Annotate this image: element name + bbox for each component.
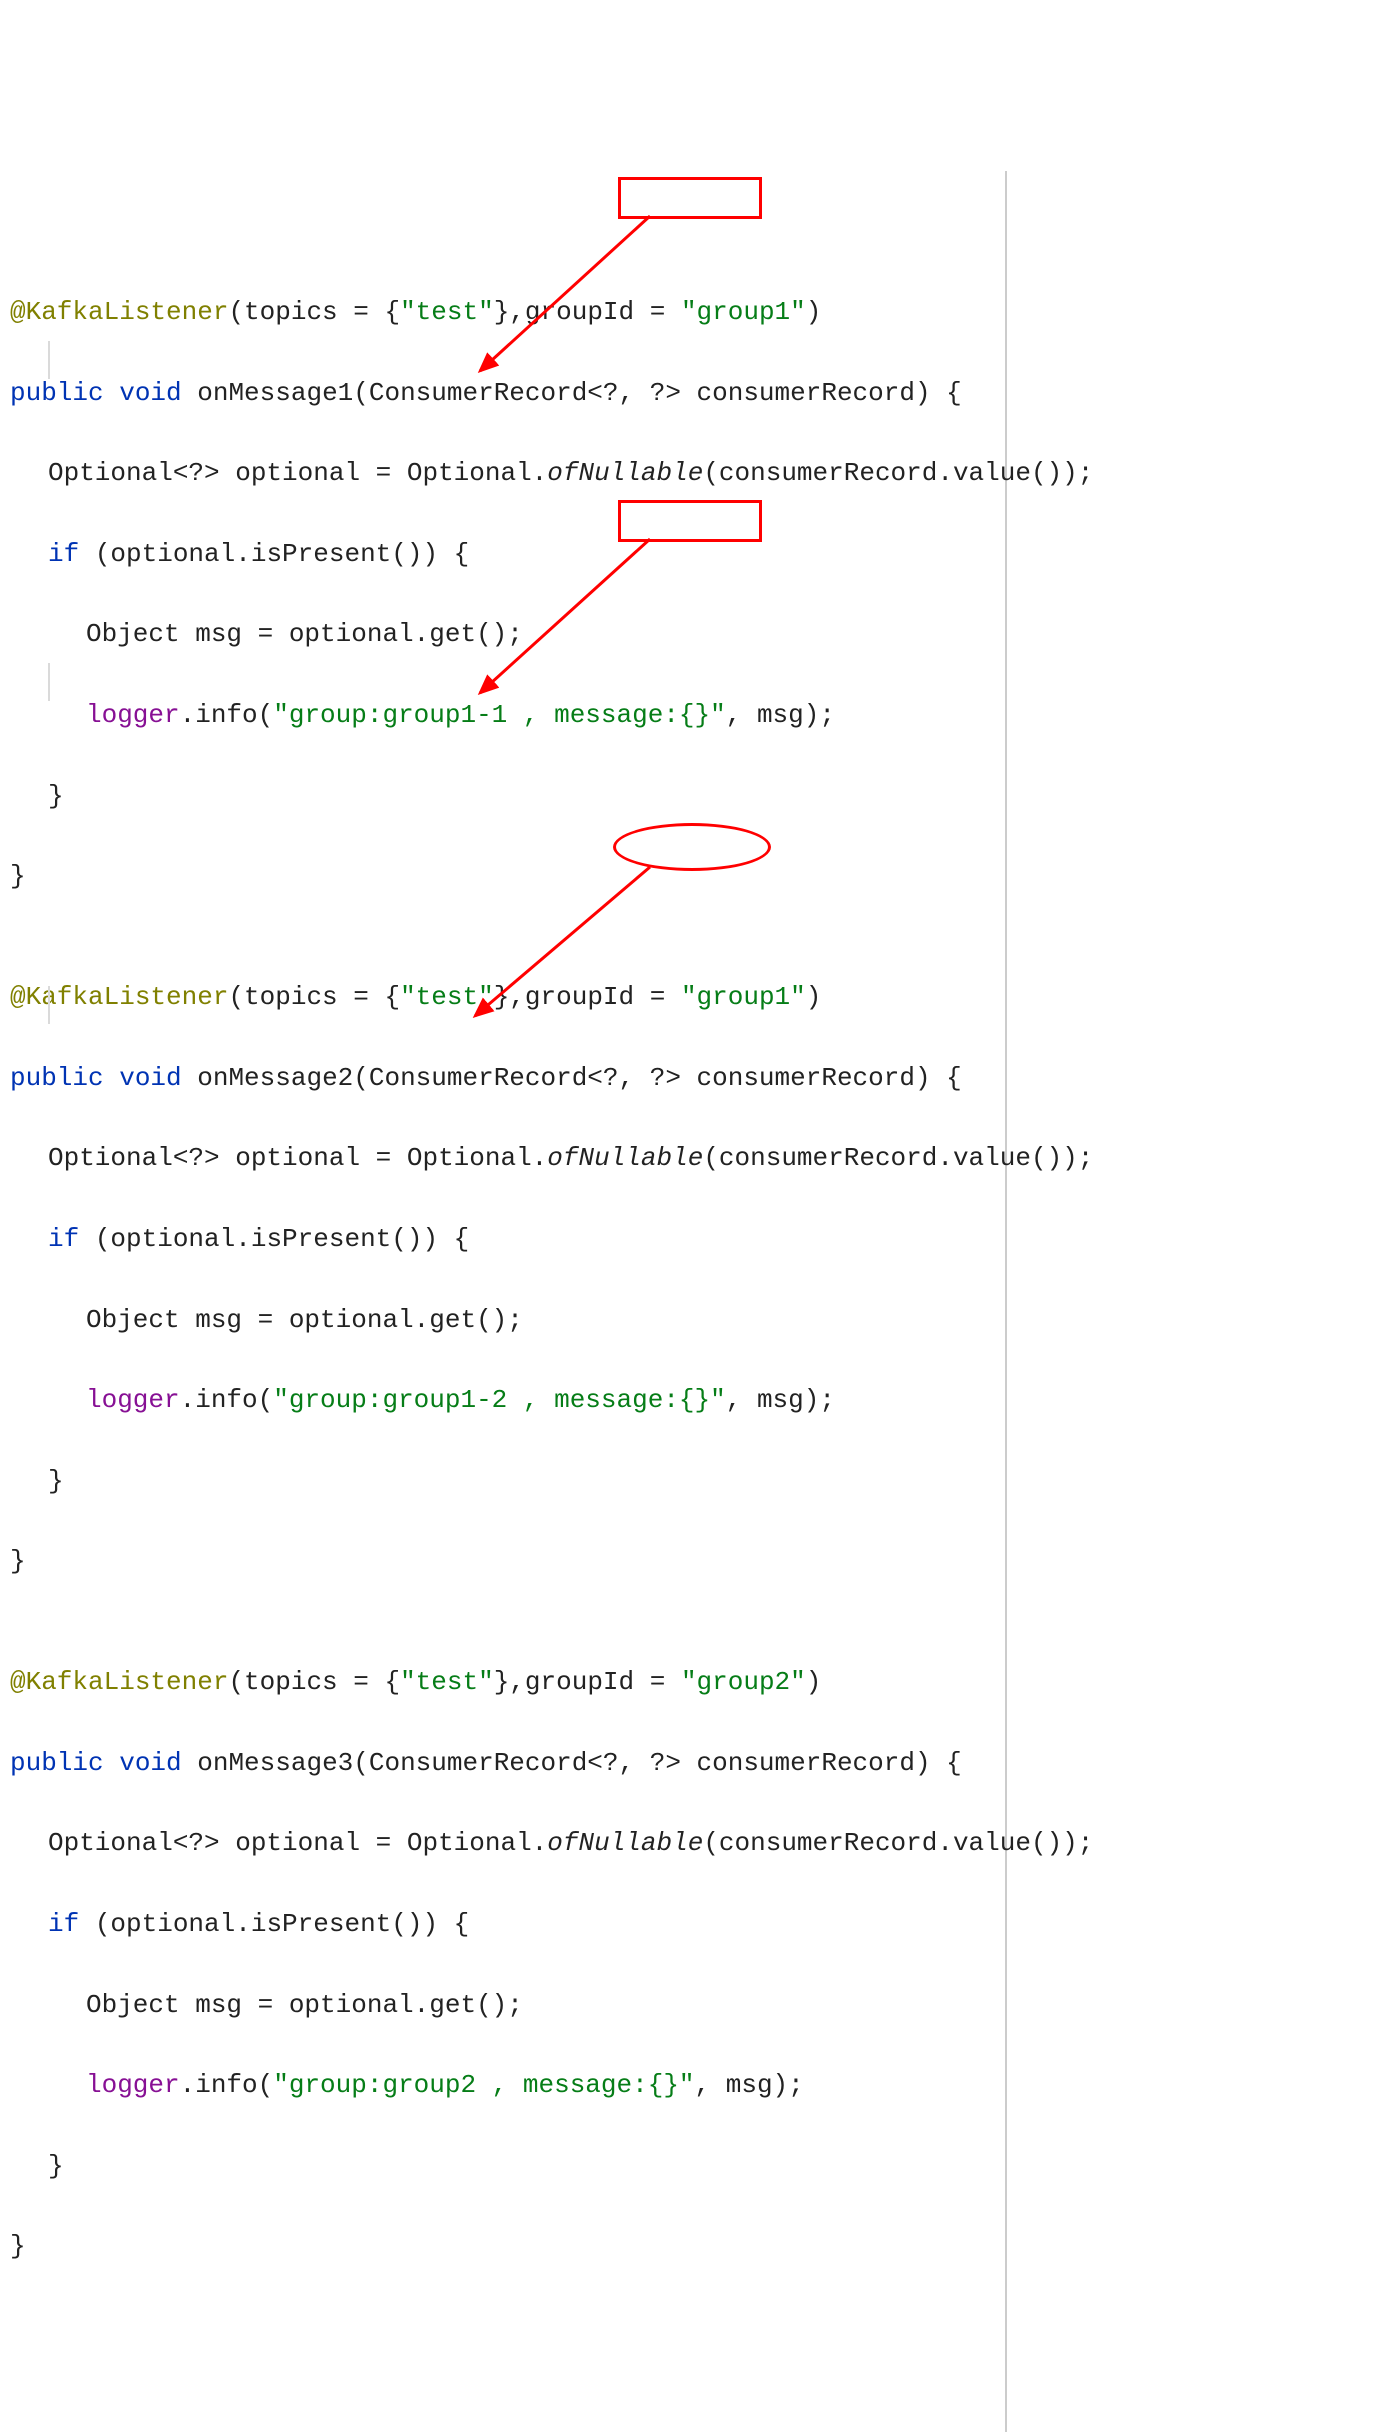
keyword-token: if — [48, 1909, 79, 1939]
code-line: if (optional.isPresent()) { — [10, 1904, 1005, 1944]
keyword-token: if — [48, 539, 79, 569]
code-line: public void onMessage1(ConsumerRecord<?,… — [10, 373, 1005, 413]
code-token: (topics = { — [228, 1667, 400, 1697]
field-token: logger — [86, 2070, 180, 2100]
annotation-token: @KafkaListener — [10, 297, 228, 327]
code-token: .info( — [180, 700, 274, 730]
code-line: } — [10, 1461, 1005, 1501]
string-literal: "group1" — [681, 297, 806, 327]
keyword-token: public void — [10, 378, 182, 408]
static-method-token: ofNullable — [547, 1828, 703, 1858]
code-token: Object msg = optional.get(); — [86, 1990, 523, 2020]
code-line: public void onMessage2(ConsumerRecord<?,… — [10, 1058, 1005, 1098]
indent-guide — [48, 663, 50, 701]
code-token: (consumerRecord.value()); — [703, 1143, 1093, 1173]
static-method-token: ofNullable — [547, 458, 703, 488]
code-line: @KafkaListener(topics = {"test"},groupId… — [10, 977, 1005, 1017]
code-token: onMessage2(ConsumerRecord<?, ?> consumer… — [182, 1063, 962, 1093]
code-line: } — [10, 1541, 1005, 1581]
code-line: Optional<?> optional = Optional.ofNullab… — [10, 1138, 1005, 1178]
code-token: },groupId = — [494, 1667, 681, 1697]
brace: } — [48, 781, 64, 811]
code-token: },groupId = — [494, 297, 681, 327]
code-token: (optional.isPresent()) { — [79, 1909, 469, 1939]
brace: } — [10, 1546, 26, 1576]
code-token: , msg); — [695, 2070, 804, 2100]
code-token: ) — [806, 982, 822, 1012]
highlight-rectangle-icon — [618, 500, 762, 542]
field-token: logger — [86, 1385, 180, 1415]
brace: } — [10, 861, 26, 891]
string-literal: "test" — [400, 982, 494, 1012]
code-token: (consumerRecord.value()); — [703, 1828, 1093, 1858]
code-token: (topics = { — [228, 982, 400, 1012]
code-token: (topics = { — [228, 297, 400, 327]
code-token: , msg); — [726, 1385, 835, 1415]
code-token: ) — [806, 297, 822, 327]
code-line: Optional<?> optional = Optional.ofNullab… — [10, 1823, 1005, 1863]
code-line: } — [10, 776, 1005, 816]
string-literal: "group:group2 , message:{}" — [273, 2070, 694, 2100]
code-token: Optional<?> optional = Optional. — [48, 1828, 547, 1858]
code-line: } — [10, 856, 1005, 896]
code-line: logger.info("group:group2 , message:{}",… — [10, 2065, 1005, 2105]
string-literal: "test" — [400, 297, 494, 327]
highlight-ellipse-icon — [613, 823, 771, 871]
code-line: @KafkaListener(topics = {"test"},groupId… — [10, 1662, 1005, 1702]
code-line: logger.info("group:group1-1 , message:{}… — [10, 695, 1005, 735]
code-token: Object msg = optional.get(); — [86, 1305, 523, 1335]
indent-guide — [48, 341, 50, 379]
code-token: onMessage1(ConsumerRecord<?, ?> consumer… — [182, 378, 962, 408]
code-token: , msg); — [726, 700, 835, 730]
string-literal: "group2" — [681, 1667, 806, 1697]
code-line: Object msg = optional.get(); — [10, 1300, 1005, 1340]
code-line: Object msg = optional.get(); — [10, 614, 1005, 654]
code-token: onMessage3(ConsumerRecord<?, ?> consumer… — [182, 1748, 962, 1778]
code-token: .info( — [180, 2070, 274, 2100]
code-line: Object msg = optional.get(); — [10, 1985, 1005, 2025]
code-token: },groupId = — [494, 982, 681, 1012]
code-token: (consumerRecord.value()); — [703, 458, 1093, 488]
keyword-token: public void — [10, 1748, 182, 1778]
code-line: logger.info("group:group1-2 , message:{}… — [10, 1380, 1005, 1420]
code-block: @KafkaListener(topics = {"test"},groupId… — [10, 171, 1007, 2432]
string-literal: "group:group1-1 , message:{}" — [273, 700, 725, 730]
string-literal: "test" — [400, 1667, 494, 1697]
code-token: ) — [806, 1667, 822, 1697]
brace: } — [48, 2151, 64, 2181]
highlight-rectangle-icon — [618, 177, 762, 219]
annotation-token: @KafkaListener — [10, 1667, 228, 1697]
keyword-token: public void — [10, 1063, 182, 1093]
indent-guide — [48, 986, 50, 1024]
field-token: logger — [86, 700, 180, 730]
brace: } — [48, 1466, 64, 1496]
code-line: Optional<?> optional = Optional.ofNullab… — [10, 453, 1005, 493]
code-line: } — [10, 2146, 1005, 2186]
brace: } — [10, 2231, 26, 2261]
keyword-token: if — [48, 1224, 79, 1254]
code-token: Optional<?> optional = Optional. — [48, 458, 547, 488]
code-token: (optional.isPresent()) { — [79, 1224, 469, 1254]
code-line: @KafkaListener(topics = {"test"},groupId… — [10, 292, 1005, 332]
string-literal: "group:group1-2 , message:{}" — [273, 1385, 725, 1415]
code-line: if (optional.isPresent()) { — [10, 1219, 1005, 1259]
code-token: .info( — [180, 1385, 274, 1415]
code-token: Object msg = optional.get(); — [86, 619, 523, 649]
code-line: } — [10, 2226, 1005, 2266]
string-literal: "group1" — [681, 982, 806, 1012]
code-line: if (optional.isPresent()) { — [10, 534, 1005, 574]
code-token: (optional.isPresent()) { — [79, 539, 469, 569]
code-line: public void onMessage3(ConsumerRecord<?,… — [10, 1743, 1005, 1783]
static-method-token: ofNullable — [547, 1143, 703, 1173]
code-token: Optional<?> optional = Optional. — [48, 1143, 547, 1173]
annotation-token: @KafkaListener — [10, 982, 228, 1012]
